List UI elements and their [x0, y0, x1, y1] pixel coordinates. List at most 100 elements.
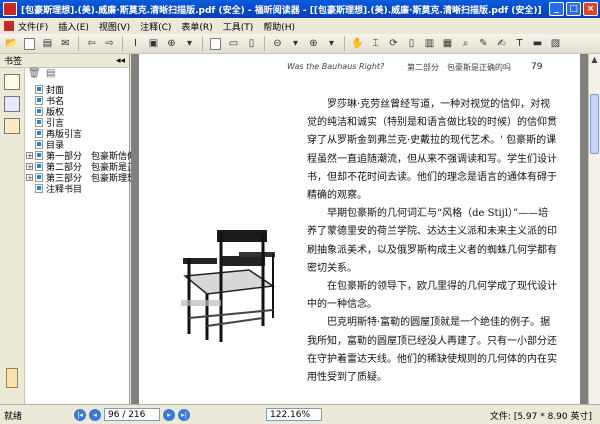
- toolbar: 📂 ▤ ✉ ⇦ ⇨ I ▣ ⊕ ▾ ▭ ▯ ⊖ ▾ ⊕ ▾ ✋ ⌶ ⟳ ▯ ▥ …: [0, 34, 600, 54]
- print-icon[interactable]: ▤: [40, 36, 55, 51]
- toolbar-divider: [202, 36, 203, 51]
- expand-icon[interactable]: +: [26, 152, 33, 160]
- menu-view[interactable]: 视图(V): [99, 20, 130, 33]
- menu-help[interactable]: 帮助(H): [263, 20, 295, 33]
- note-icon[interactable]: ✎: [476, 36, 491, 51]
- single-page-icon[interactable]: ▯: [404, 36, 419, 51]
- fit-page-icon[interactable]: [208, 36, 223, 51]
- fit-width-icon[interactable]: ▭: [226, 36, 241, 51]
- menu-tools[interactable]: 工具(T): [223, 20, 254, 33]
- close-button[interactable]: ×: [583, 2, 598, 16]
- paragraph: 巴克明斯特·富勒的圆屋顶就是一个绝佳的例子。据我所知，富勒的圆屋顶已经没人再建了…: [307, 317, 557, 384]
- find-icon[interactable]: ⌕: [458, 36, 473, 51]
- zoom-dropdown-icon[interactable]: ▾: [182, 36, 197, 51]
- zoom-in-icon[interactable]: ⊕: [164, 36, 179, 51]
- minimize-button[interactable]: _: [549, 2, 564, 16]
- menu-comment[interactable]: 注释(C): [140, 20, 171, 33]
- email-icon[interactable]: ✉: [58, 36, 73, 51]
- zoom-level-input[interactable]: 122.16%: [266, 408, 322, 421]
- collapse-sidebar-icon[interactable]: ◂◂: [116, 56, 125, 66]
- bookmark-icon: [35, 118, 43, 127]
- continuous-icon[interactable]: ▥: [422, 36, 437, 51]
- bookmark-icon: [35, 140, 43, 149]
- paragraph: 早期包豪斯的几何词汇与“风格（de Stijl）”——培养了蒙德里安的荷兰学院、…: [307, 208, 557, 274]
- document-viewer[interactable]: Was the Bauhaus Right? 第二部分 包豪斯是正确的吗 79 …: [131, 54, 588, 404]
- first-page-icon[interactable]: |◂: [74, 408, 86, 421]
- toolbar-divider: [344, 36, 345, 51]
- pdf-page: Was the Bauhaus Right? 第二部分 包豪斯是正确的吗 79 …: [139, 54, 580, 404]
- zoom-in-small-icon[interactable]: ⊕: [306, 36, 321, 51]
- bookmark-icon: [35, 129, 43, 138]
- save-icon[interactable]: [22, 36, 37, 51]
- toolbar-divider: [264, 36, 265, 51]
- forward-icon[interactable]: ⇨: [102, 36, 117, 51]
- app-icon: [3, 2, 17, 16]
- layers-tab-icon[interactable]: [4, 118, 20, 134]
- bookmark-item[interactable]: 再版引言: [26, 128, 136, 140]
- bookmark-icon: [35, 107, 43, 116]
- hand-tool-icon[interactable]: ✋: [350, 36, 365, 51]
- page-body: 罗莎琳·克劳丝曾经写道，一种对视觉的信仰，对视觉的纯洁和诚实（特别是和语言做比较…: [307, 96, 569, 387]
- status-text: 就绪: [4, 412, 23, 422]
- bookmark-tools: 🗑 ▤: [28, 68, 58, 80]
- bookmark-tree: 封面 书名 版权 引言 再版引言 目录 + 第一部分 包豪斯信仰 + 第二部分 包豪斯是正 + 第三部…: [26, 84, 136, 195]
- bookmark-icon: [35, 173, 43, 182]
- menu-bar: 文件(F) 插入(E) 视图(V) 注释(C) 表单(R) 工具(T) 帮助(H…: [0, 18, 600, 34]
- page-number-input[interactable]: 96 / 216: [104, 408, 160, 421]
- bookmarks-tab-icon[interactable]: [4, 74, 20, 90]
- menu-form[interactable]: 表单(R): [181, 20, 212, 33]
- select-tool-icon[interactable]: ⌶: [368, 36, 383, 51]
- toolbar-divider: [122, 36, 123, 51]
- document-size: 文件: [5.97 * 8.90 英寸]: [489, 412, 592, 422]
- snapshot-icon[interactable]: ▣: [146, 36, 161, 51]
- zoom-dropdown-icon[interactable]: ▾: [288, 36, 303, 51]
- attachment-icon[interactable]: [6, 368, 18, 388]
- document-icon: [4, 21, 14, 31]
- bookmark-item[interactable]: 注释书目: [26, 183, 136, 195]
- menu-file[interactable]: 文件(F): [18, 20, 48, 33]
- paragraph: 罗莎琳·克劳丝曾经写道，一种对视觉的信仰，对视觉的纯洁和诚实（特别是和语言做比较…: [307, 99, 557, 202]
- delete-bookmark-icon[interactable]: 🗑: [28, 68, 41, 80]
- bookmark-icon: [35, 184, 43, 193]
- bookmark-icon: [35, 85, 43, 94]
- bookmark-item[interactable]: 封面: [26, 84, 136, 96]
- scroll-thumb[interactable]: [590, 94, 599, 154]
- vertical-scrollbar[interactable]: ▲: [588, 54, 600, 404]
- bookmark-icon: [35, 151, 43, 160]
- toolbar-divider: [78, 36, 79, 51]
- new-bookmark-icon[interactable]: ▤: [46, 68, 58, 80]
- actual-size-icon[interactable]: ▯: [244, 36, 259, 51]
- facing-icon[interactable]: ▦: [440, 36, 455, 51]
- window-title: [包豪斯理想].(美).威廉·斯莫克.清晰扫描版.pdf (安全) - 福昕阅读…: [21, 5, 542, 16]
- expand-icon[interactable]: +: [26, 163, 33, 171]
- running-section: 第二部分 包豪斯是正确的吗: [407, 63, 511, 72]
- chair-illustration: [177, 214, 287, 344]
- zoom-dropdown-icon[interactable]: ▾: [324, 36, 339, 51]
- menu-insert[interactable]: 插入(E): [58, 20, 89, 33]
- next-page-icon[interactable]: ▸: [163, 408, 175, 421]
- zoom-out-icon[interactable]: ⊖: [270, 36, 285, 51]
- bookmarks-panel: 书签 ◂◂ 🗑 ▤ 封面 书名 版权 引言 再版引言 目录 + 第一部分 包豪斯信仰 + 第二部分…: [0, 54, 136, 404]
- open-icon[interactable]: 📂: [4, 36, 19, 51]
- text-select-icon[interactable]: I: [128, 36, 143, 51]
- scroll-up-icon[interactable]: ▲: [589, 54, 600, 66]
- pages-tab-icon[interactable]: [4, 96, 20, 112]
- sidebar-tabs: [0, 68, 25, 404]
- rotate-icon[interactable]: ⟳: [386, 36, 401, 51]
- expand-icon[interactable]: +: [26, 174, 33, 182]
- highlight-icon[interactable]: ▬: [530, 36, 545, 51]
- typewriter-icon[interactable]: T: [512, 36, 527, 51]
- stamp-icon[interactable]: ✍: [494, 36, 509, 51]
- back-icon[interactable]: ⇦: [84, 36, 99, 51]
- bookmark-item[interactable]: 版权: [26, 106, 136, 118]
- maximize-button[interactable]: □: [566, 2, 581, 16]
- last-page-icon[interactable]: ▸|: [178, 408, 190, 421]
- bookmark-label: 注释书目: [46, 185, 83, 195]
- running-header: Was the Bauhaus Right?: [287, 62, 385, 71]
- bookmark-icon: [35, 162, 43, 171]
- bookmark-icon: [35, 96, 43, 105]
- bookmark-item[interactable]: 书名: [26, 95, 136, 107]
- pdf-create-icon[interactable]: ▧: [548, 36, 563, 51]
- prev-page-icon[interactable]: ◂: [89, 408, 101, 421]
- bookmarks-header: 书签 ◂◂: [0, 54, 129, 68]
